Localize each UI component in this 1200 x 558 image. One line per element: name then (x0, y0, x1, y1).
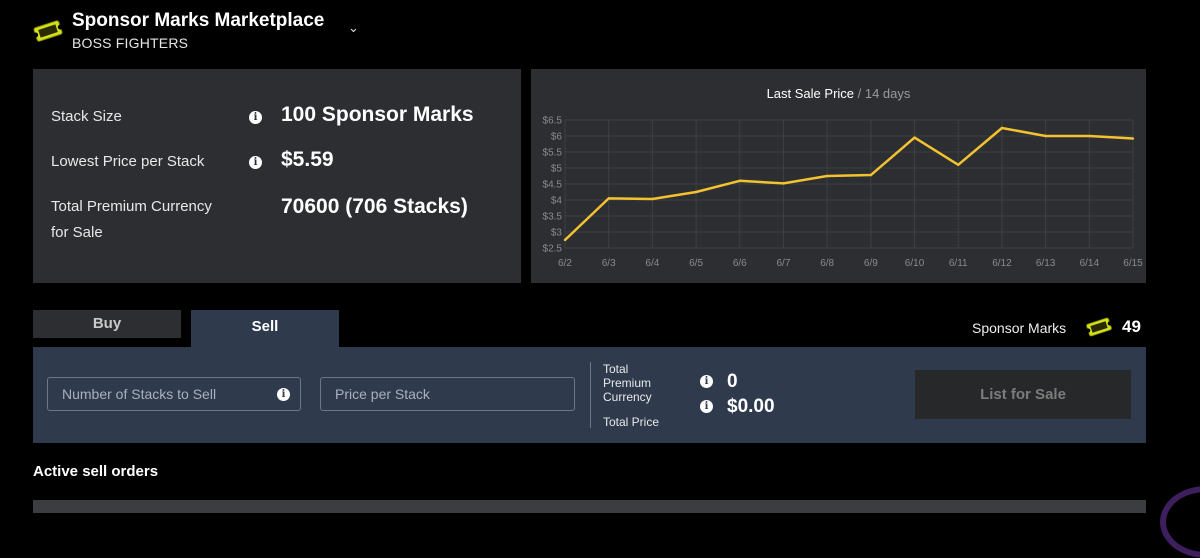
sell-form-panel: i Total Premium Currency i 0 Total Price… (33, 347, 1146, 443)
x-tick-label: 6/4 (645, 258, 659, 269)
x-tick-label: 6/11 (949, 258, 968, 269)
y-tick-label: $3.5 (543, 212, 563, 223)
price-per-stack-input[interactable] (321, 378, 574, 410)
y-tick-label: $6 (551, 132, 563, 143)
x-tick-label: 6/12 (992, 258, 1012, 269)
total-price-value: $0.00 (727, 396, 775, 417)
data-point (782, 182, 785, 185)
lowest-price-value: $5.59 (281, 148, 334, 171)
data-point (651, 197, 654, 201)
total-currency-label-2: Premium (603, 376, 652, 390)
sponsor-mark-ticket-icon (33, 20, 63, 42)
data-point (1000, 126, 1004, 130)
sell-orders-table (33, 500, 1146, 513)
data-point (694, 190, 698, 194)
data-point (913, 136, 916, 139)
total-currency-value: 0 (727, 371, 738, 392)
data-point (957, 163, 960, 166)
x-tick-label: 6/9 (864, 258, 878, 269)
y-tick-label: $5 (551, 164, 563, 175)
data-point (869, 173, 873, 177)
stack-size-label: Stack Size (51, 108, 122, 125)
marketplace-info-panel: Stack Size i 100 Sponsor Marks Lowest Pr… (33, 69, 521, 283)
x-tick-label: 6/10 (905, 258, 925, 269)
last-sale-price-chart: Last Sale Price / 14 days $2.5 $3 $3.5 $4 $4… (531, 69, 1146, 283)
sponsor-mark-ticket-icon (1085, 317, 1113, 337)
x-tick-label: 6/2 (558, 258, 572, 269)
y-tick-label: $6.5 (543, 116, 563, 127)
stacks-to-sell-input[interactable] (48, 378, 300, 410)
divider (590, 362, 591, 428)
x-tick-label: 6/7 (777, 258, 791, 269)
stacks-to-sell-field[interactable]: i (47, 377, 301, 411)
info-icon[interactable]: i (700, 400, 713, 413)
total-currency-label-line1: Total Premium Currency (51, 198, 212, 215)
y-tick-label: $3 (551, 228, 563, 239)
x-tick-label: 6/3 (602, 258, 616, 269)
chart-plot: $2.5 $3 $3.5 $4 $4.5 $5 $5.5 $6 $6.5 6/2 6/3 6/4 6/5… (543, 116, 1144, 270)
total-currency-label-1: Total (603, 362, 629, 376)
stack-size-value: 100 Sponsor Marks (281, 103, 474, 126)
y-tick-label: $5.5 (543, 148, 563, 159)
x-tick-label: 6/6 (733, 258, 747, 269)
app-subtitle: BOSS FIGHTERS (72, 35, 189, 51)
active-sell-orders-heading: Active sell orders (33, 463, 159, 480)
y-tick-label: $4.5 (543, 180, 563, 191)
info-icon[interactable]: i (249, 156, 262, 169)
data-point (825, 174, 829, 178)
data-point (738, 179, 741, 182)
total-currency-label-3: Currency (603, 390, 652, 404)
y-tick-label: $4 (551, 196, 563, 207)
info-icon[interactable]: i (700, 375, 713, 388)
balance-value: 49 (1122, 317, 1141, 336)
list-for-sale-button[interactable]: List for Sale (915, 370, 1131, 419)
data-point (607, 197, 610, 200)
tab-buy[interactable]: Buy (33, 310, 181, 338)
price-per-stack-field[interactable] (320, 377, 575, 411)
total-price-label: Total Price (603, 415, 660, 429)
app-title: Sponsor Marks Marketplace (72, 10, 325, 31)
x-tick-label: 6/15 (1123, 258, 1143, 269)
x-tick-label: 6/5 (689, 258, 703, 269)
total-currency-label-line2: for Sale (51, 224, 103, 241)
lowest-price-label: Lowest Price per Stack (51, 153, 205, 170)
data-point (1131, 137, 1135, 140)
data-point (1088, 134, 1091, 138)
total-currency-value: 70600 (706 Stacks) (281, 195, 468, 218)
x-tick-label: 6/13 (1036, 258, 1056, 269)
x-tick-label: 6/14 (1080, 258, 1100, 269)
info-icon[interactable]: i (249, 111, 262, 124)
data-point (563, 238, 567, 242)
balance-label: Sponsor Marks (972, 320, 1067, 336)
tab-sell[interactable]: Sell (191, 310, 339, 347)
y-tick-label: $2.5 (543, 244, 563, 255)
x-tick-label: 6/8 (820, 258, 834, 269)
info-icon[interactable]: i (277, 388, 290, 401)
data-point (1044, 134, 1047, 138)
chevron-down-icon[interactable]: ⌄ (348, 20, 359, 36)
decorative-accent (1160, 486, 1200, 558)
